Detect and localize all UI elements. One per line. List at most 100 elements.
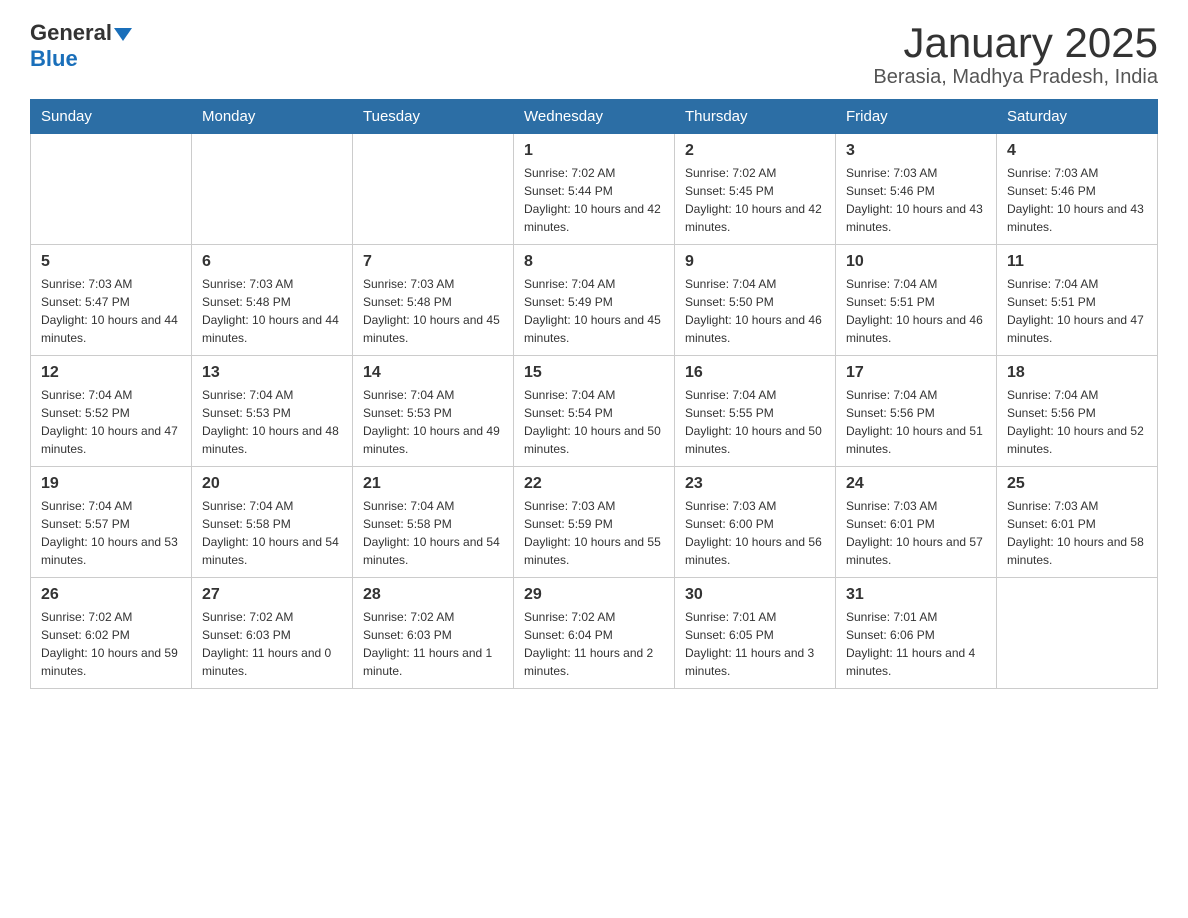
day-info: Sunrise: 7:02 AMSunset: 5:45 PMDaylight:…: [685, 164, 825, 236]
day-number: 4: [1007, 142, 1147, 160]
calendar-cell: 2 Sunrise: 7:02 AMSunset: 5:45 PMDaylight…: [675, 134, 836, 245]
day-number: 24: [846, 475, 986, 493]
day-info: Sunrise: 7:04 AMSunset: 5:58 PMDaylight:…: [363, 497, 503, 569]
day-info: Sunrise: 7:03 AMSunset: 6:01 PMDaylight:…: [1007, 497, 1147, 569]
calendar-cell: 16 Sunrise: 7:04 AMSunset: 5:55 PMDayligh…: [675, 356, 836, 467]
calendar-cell: 4 Sunrise: 7:03 AMSunset: 5:46 PMDaylight…: [997, 134, 1158, 245]
week-row-1: 1Sunrise: 7:02 AMSunset: 5:44 PMDaylight…: [31, 134, 1158, 245]
day-info: Sunrise: 7:04 AMSunset: 5:55 PMDaylight:…: [685, 386, 825, 458]
day-number: 26: [41, 586, 181, 604]
day-number: 11: [1007, 253, 1147, 271]
day-number: 19: [41, 475, 181, 493]
day-info: Sunrise: 7:04 AMSunset: 5:53 PMDaylight:…: [202, 386, 342, 458]
day-of-week-friday: Friday: [836, 100, 997, 134]
calendar-cell: [192, 134, 353, 245]
day-number: 2: [685, 142, 825, 160]
page-header: General Blue January 2025 Berasia, Madhy…: [30, 20, 1158, 89]
calendar-subtitle: Berasia, Madhya Pradesh, India: [873, 66, 1158, 89]
day-number: 18: [1007, 364, 1147, 382]
calendar-cell: 31 Sunrise: 7:01 AMSunset: 6:06 PMDayligh…: [836, 578, 997, 689]
logo-triangle-icon: [114, 28, 132, 41]
day-number: 20: [202, 475, 342, 493]
day-number: 3: [846, 142, 986, 160]
calendar-cell: 9Sunrise: 7:04 AMSunset: 5:50 PMDaylight…: [675, 245, 836, 356]
day-info: Sunrise: 7:04 AMSunset: 5:58 PMDaylight:…: [202, 497, 342, 569]
day-number: 5: [41, 253, 181, 271]
day-number: 6: [202, 253, 342, 271]
day-number: 14: [363, 364, 503, 382]
day-number: 9: [685, 253, 825, 271]
calendar-cell: 28 Sunrise: 7:02 AMSunset: 6:03 PMDayligh…: [353, 578, 514, 689]
day-info: Sunrise: 7:04 AMSunset: 5:51 PMDaylight:…: [1007, 275, 1147, 347]
calendar-cell: 25 Sunrise: 7:03 AMSunset: 6:01 PMDayligh…: [997, 467, 1158, 578]
day-info: Sunrise: 7:03 AMSunset: 5:59 PMDaylight:…: [524, 497, 664, 569]
calendar-cell: 22Sunrise: 7:03 AMSunset: 5:59 PMDayligh…: [514, 467, 675, 578]
week-row-4: 19Sunrise: 7:04 AMSunset: 5:57 PMDayligh…: [31, 467, 1158, 578]
days-of-week-row: SundayMondayTuesdayWednesdayThursdayFrid…: [31, 100, 1158, 134]
calendar-cell: 20 Sunrise: 7:04 AMSunset: 5:58 PMDayligh…: [192, 467, 353, 578]
calendar-cell: 8 Sunrise: 7:04 AMSunset: 5:49 PMDaylight…: [514, 245, 675, 356]
calendar-cell: 19Sunrise: 7:04 AMSunset: 5:57 PMDayligh…: [31, 467, 192, 578]
day-info: Sunrise: 7:03 AMSunset: 6:01 PMDaylight:…: [846, 497, 986, 569]
day-number: 10: [846, 253, 986, 271]
calendar-cell: [997, 578, 1158, 689]
day-info: Sunrise: 7:03 AMSunset: 5:46 PMDaylight:…: [846, 164, 986, 236]
calendar-cell: [353, 134, 514, 245]
calendar-cell: 21Sunrise: 7:04 AMSunset: 5:58 PMDayligh…: [353, 467, 514, 578]
calendar-cell: 26Sunrise: 7:02 AMSunset: 6:02 PMDayligh…: [31, 578, 192, 689]
day-of-week-tuesday: Tuesday: [353, 100, 514, 134]
calendar-cell: 29Sunrise: 7:02 AMSunset: 6:04 PMDayligh…: [514, 578, 675, 689]
calendar-cell: 18 Sunrise: 7:04 AMSunset: 5:56 PMDayligh…: [997, 356, 1158, 467]
day-number: 7: [363, 253, 503, 271]
day-number: 27: [202, 586, 342, 604]
day-number: 29: [524, 586, 664, 604]
day-of-week-sunday: Sunday: [31, 100, 192, 134]
calendar-cell: 23 Sunrise: 7:03 AMSunset: 6:00 PMDayligh…: [675, 467, 836, 578]
day-number: 31: [846, 586, 986, 604]
week-row-3: 12Sunrise: 7:04 AMSunset: 5:52 PMDayligh…: [31, 356, 1158, 467]
title-block: January 2025 Berasia, Madhya Pradesh, In…: [873, 20, 1158, 89]
week-row-2: 5 Sunrise: 7:03 AMSunset: 5:47 PMDaylight…: [31, 245, 1158, 356]
day-info: Sunrise: 7:04 AMSunset: 5:56 PMDaylight:…: [1007, 386, 1147, 458]
day-of-week-saturday: Saturday: [997, 100, 1158, 134]
logo: General Blue: [30, 20, 132, 72]
calendar-title: January 2025: [873, 20, 1158, 66]
calendar-cell: 7Sunrise: 7:03 AMSunset: 5:48 PMDaylight…: [353, 245, 514, 356]
calendar-cell: 12Sunrise: 7:04 AMSunset: 5:52 PMDayligh…: [31, 356, 192, 467]
calendar-cell: 11 Sunrise: 7:04 AMSunset: 5:51 PMDayligh…: [997, 245, 1158, 356]
day-info: Sunrise: 7:03 AMSunset: 5:46 PMDaylight:…: [1007, 164, 1147, 236]
day-of-week-monday: Monday: [192, 100, 353, 134]
calendar-cell: 6 Sunrise: 7:03 AMSunset: 5:48 PMDaylight…: [192, 245, 353, 356]
calendar-cell: 5 Sunrise: 7:03 AMSunset: 5:47 PMDaylight…: [31, 245, 192, 356]
calendar-header: SundayMondayTuesdayWednesdayThursdayFrid…: [31, 100, 1158, 134]
calendar-cell: 14 Sunrise: 7:04 AMSunset: 5:53 PMDayligh…: [353, 356, 514, 467]
calendar-cell: 27 Sunrise: 7:02 AMSunset: 6:03 PMDayligh…: [192, 578, 353, 689]
calendar-cell: 17 Sunrise: 7:04 AMSunset: 5:56 PMDayligh…: [836, 356, 997, 467]
day-info: Sunrise: 7:03 AMSunset: 5:48 PMDaylight:…: [202, 275, 342, 347]
calendar-table: SundayMondayTuesdayWednesdayThursdayFrid…: [30, 99, 1158, 689]
day-number: 13: [202, 364, 342, 382]
day-of-week-thursday: Thursday: [675, 100, 836, 134]
day-info: Sunrise: 7:01 AMSunset: 6:06 PMDaylight:…: [846, 608, 986, 680]
day-number: 23: [685, 475, 825, 493]
day-info: Sunrise: 7:04 AMSunset: 5:56 PMDaylight:…: [846, 386, 986, 458]
day-number: 28: [363, 586, 503, 604]
day-info: Sunrise: 7:04 AMSunset: 5:53 PMDaylight:…: [363, 386, 503, 458]
day-info: Sunrise: 7:02 AMSunset: 6:03 PMDaylight:…: [363, 608, 503, 680]
calendar-cell: 10Sunrise: 7:04 AMSunset: 5:51 PMDayligh…: [836, 245, 997, 356]
week-row-5: 26Sunrise: 7:02 AMSunset: 6:02 PMDayligh…: [31, 578, 1158, 689]
day-number: 16: [685, 364, 825, 382]
day-number: 12: [41, 364, 181, 382]
day-info: Sunrise: 7:03 AMSunset: 5:47 PMDaylight:…: [41, 275, 181, 347]
day-number: 17: [846, 364, 986, 382]
day-number: 1: [524, 142, 664, 160]
day-info: Sunrise: 7:01 AMSunset: 6:05 PMDaylight:…: [685, 608, 825, 680]
day-info: Sunrise: 7:02 AMSunset: 6:03 PMDaylight:…: [202, 608, 342, 680]
day-number: 8: [524, 253, 664, 271]
day-number: 15: [524, 364, 664, 382]
calendar-cell: 15Sunrise: 7:04 AMSunset: 5:54 PMDayligh…: [514, 356, 675, 467]
day-info: Sunrise: 7:03 AMSunset: 6:00 PMDaylight:…: [685, 497, 825, 569]
day-info: Sunrise: 7:04 AMSunset: 5:49 PMDaylight:…: [524, 275, 664, 347]
day-of-week-wednesday: Wednesday: [514, 100, 675, 134]
day-number: 25: [1007, 475, 1147, 493]
